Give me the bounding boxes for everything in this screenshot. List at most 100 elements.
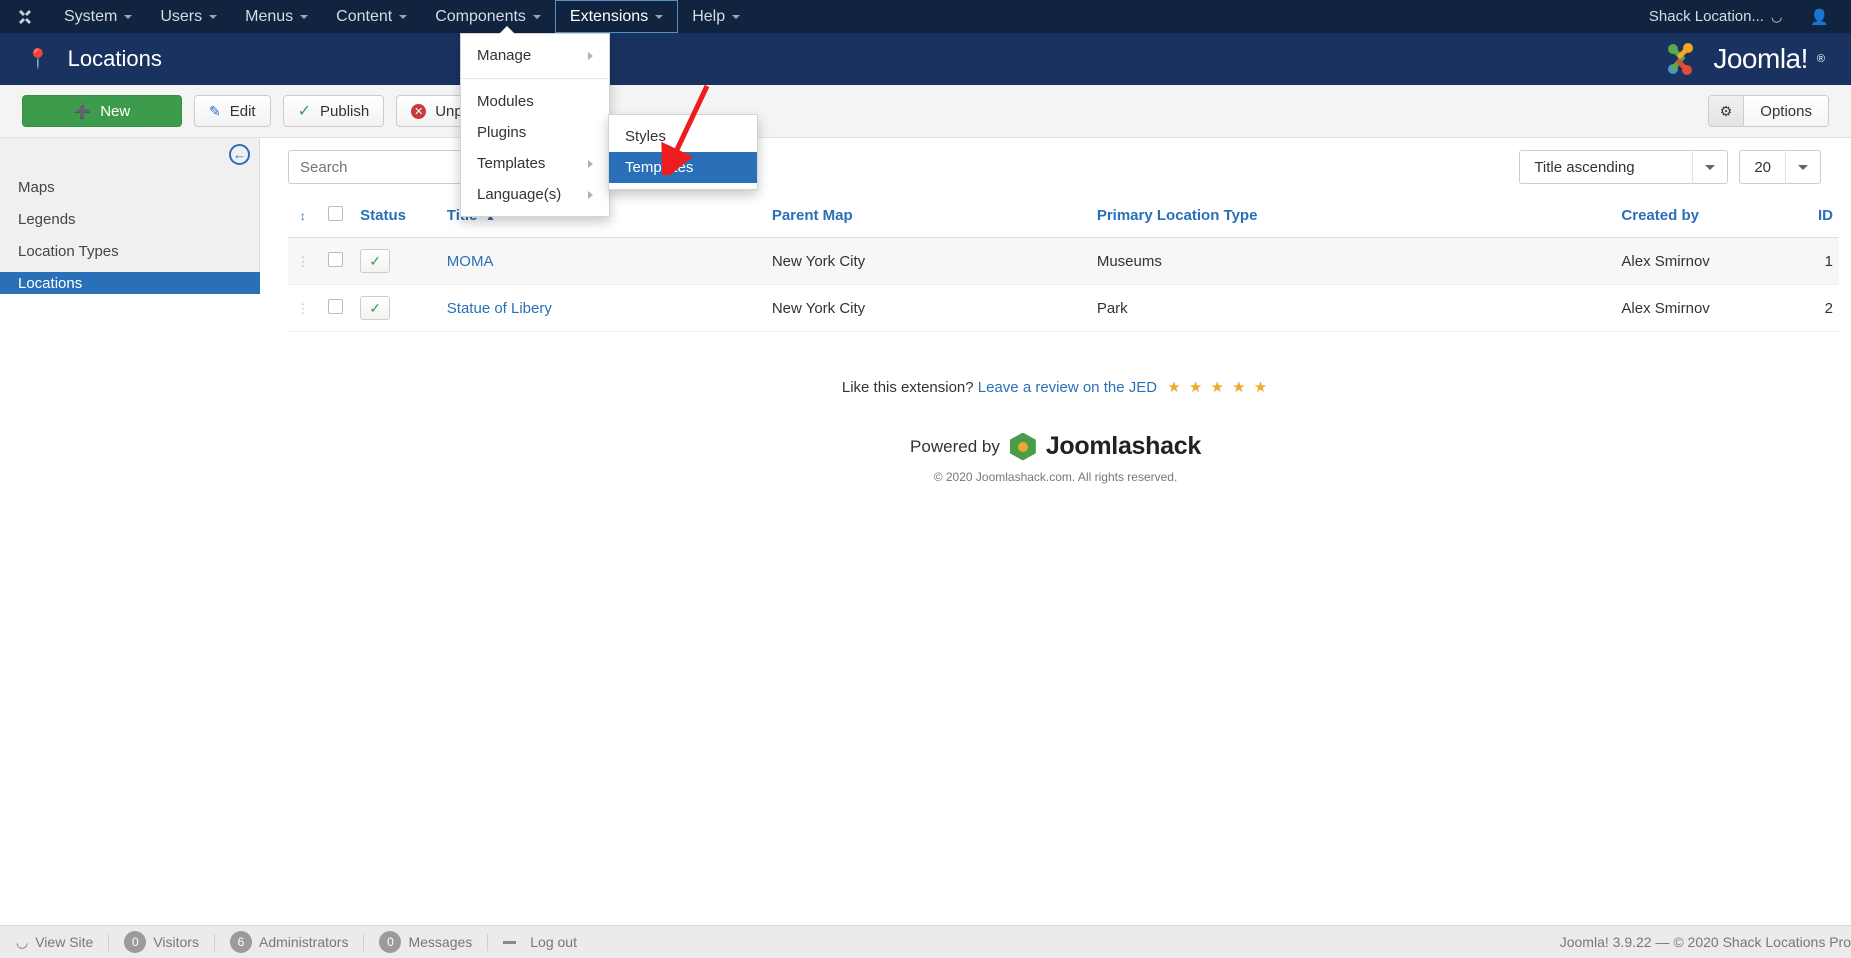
chevron-right-icon xyxy=(588,51,593,60)
checkbox-icon[interactable] xyxy=(328,206,344,221)
menu-components[interactable]: Components xyxy=(421,0,555,33)
chevron-down-icon xyxy=(300,14,309,19)
joomla-logo-icon[interactable] xyxy=(0,0,50,33)
sidebar-item-legends[interactable]: Legends xyxy=(0,208,260,230)
menu-system[interactable]: System xyxy=(50,0,146,33)
table-row[interactable]: ⋮ ✓ Statue of Libery New York City Park … xyxy=(288,284,1839,332)
jed-review-line: Like this extension? Leave a review on t… xyxy=(260,378,1851,396)
copyright-text: © 2020 Joomlashack.com. All rights reser… xyxy=(933,470,1178,484)
chevron-down-icon xyxy=(655,14,664,19)
row-drag-handle[interactable]: ⋮ xyxy=(288,237,318,285)
dropdown-item-label: Language(s) xyxy=(477,186,562,203)
visitors-indicator[interactable]: 0 Visitors xyxy=(124,931,199,953)
rating-stars: ★ ★ ★ ★ ★ xyxy=(1167,379,1270,396)
column-id[interactable]: ID xyxy=(1786,194,1839,238)
user-menu[interactable]: 👤 xyxy=(1810,8,1837,26)
view-site-link[interactable]: ◡ View Site xyxy=(16,934,93,951)
edit-button[interactable]: ✎ Edit xyxy=(194,95,271,127)
row-checkbox-cell[interactable] xyxy=(317,284,355,332)
status-divider xyxy=(213,933,215,951)
options-button[interactable]: ⚙ Options xyxy=(1707,95,1829,127)
chevron-down-icon xyxy=(209,14,218,19)
dropdown-item-modules[interactable]: Modules xyxy=(461,86,609,117)
view-site-label: View Site xyxy=(35,934,94,950)
limit-select[interactable]: 20 xyxy=(1739,150,1821,184)
chevron-right-icon xyxy=(588,190,593,199)
column-created-by[interactable]: Created by xyxy=(1615,194,1787,238)
menu-menus[interactable]: Menus xyxy=(231,0,322,33)
powered-by-block: Powered by Joomlashack xyxy=(260,432,1851,461)
registered-mark: ® xyxy=(1816,53,1825,65)
version-text: Joomla! 3.9.22 — © 2020 Shack Locations … xyxy=(1559,934,1851,950)
visitors-count: 0 xyxy=(124,931,147,953)
vendor-name: Joomlashack xyxy=(1045,432,1201,460)
joomlashack-logo-icon xyxy=(1009,432,1036,461)
menu-extensions-label: Extensions xyxy=(569,7,649,25)
column-check-all[interactable] xyxy=(317,194,355,238)
dropdown-item-plugins[interactable]: Plugins xyxy=(461,117,609,148)
menu-components-label: Components xyxy=(435,7,526,25)
new-button[interactable]: ➕ New xyxy=(22,95,182,127)
column-parent-map[interactable]: Parent Map xyxy=(765,194,1091,238)
row-checkbox-cell[interactable] xyxy=(317,237,355,285)
row-drag-handle[interactable]: ⋮ xyxy=(288,284,318,332)
chevron-right-icon xyxy=(588,159,593,168)
row-id: 1 xyxy=(1786,237,1839,285)
chevron-down-icon xyxy=(1693,164,1727,170)
publish-toggle-button[interactable]: ✓ xyxy=(360,249,391,273)
sort-icon: ↕ xyxy=(299,209,306,223)
status-bar: ◡ View Site 0 Visitors 6 Administrators … xyxy=(0,925,1851,958)
row-parent-map: New York City xyxy=(765,284,1091,332)
menu-help[interactable]: Help xyxy=(678,0,754,33)
action-toolbar: ➕ New ✎ Edit ✓ Publish ✕ Unpublish ✓ ⚙ O… xyxy=(0,85,1851,138)
publish-button-label: Publish xyxy=(320,102,370,120)
administrators-label: Administrators xyxy=(258,934,349,950)
checkbox-icon[interactable] xyxy=(328,251,344,267)
menu-users[interactable]: Users xyxy=(146,0,231,33)
publish-button[interactable]: ✓ Publish xyxy=(282,95,385,127)
external-link-icon: ◡ xyxy=(16,933,29,950)
dropdown-item-templates[interactable]: Templates xyxy=(461,148,609,179)
sort-select[interactable]: Title ascending xyxy=(1519,150,1729,184)
row-created-by: Alex Smirnov xyxy=(1615,284,1787,332)
publish-toggle-button[interactable]: ✓ xyxy=(360,296,391,320)
logout-label: Log out xyxy=(530,934,577,950)
dropdown-item-label: Plugins xyxy=(477,124,527,141)
menu-content[interactable]: Content xyxy=(322,0,421,33)
status-divider xyxy=(108,933,110,951)
menu-users-label: Users xyxy=(160,7,203,25)
messages-label: Messages xyxy=(408,934,473,950)
checkbox-icon[interactable] xyxy=(328,298,344,314)
map-marker-icon: 📍 xyxy=(26,49,50,70)
gear-icon: ⚙ xyxy=(1708,96,1745,126)
sidebar-item-location-types[interactable]: Location Types xyxy=(0,240,260,262)
row-status-cell: ✓ xyxy=(354,284,441,332)
column-primary-location-type[interactable]: Primary Location Type xyxy=(1090,194,1616,238)
row-title-link[interactable]: Statue of Libery xyxy=(447,300,552,317)
submenu-item-styles[interactable]: Styles xyxy=(609,121,757,152)
row-title-cell: Statue of Libery xyxy=(440,284,766,332)
visitors-label: Visitors xyxy=(153,934,199,950)
logout-link[interactable]: Log out xyxy=(503,934,577,950)
column-status[interactable]: Status xyxy=(354,194,441,238)
row-title-link[interactable]: MOMA xyxy=(447,253,494,270)
table-row[interactable]: ⋮ ✓ MOMA New York City Museums Alex Smir… xyxy=(288,237,1839,285)
admin-bar-right: Shack Location... ◡ 👤 xyxy=(1649,0,1851,33)
templates-submenu: Styles Templates xyxy=(608,114,758,190)
arrow-left-circle-icon[interactable]: ← xyxy=(229,144,250,165)
dropdown-item-manage[interactable]: Manage xyxy=(461,40,609,71)
menu-extensions[interactable]: Extensions xyxy=(554,0,679,33)
sidebar-item-label: Maps xyxy=(18,178,55,196)
sidebar-item-locations[interactable]: Locations xyxy=(0,272,260,294)
sidebar-item-maps[interactable]: Maps xyxy=(0,176,260,198)
submenu-item-templates[interactable]: Templates xyxy=(609,152,757,183)
site-name-link[interactable]: Shack Location... ◡ xyxy=(1649,8,1782,25)
brand-name: Joomla! xyxy=(1713,43,1808,74)
messages-indicator[interactable]: 0 Messages xyxy=(379,931,472,953)
menu-divider xyxy=(461,78,609,79)
column-ordering[interactable]: ↕ xyxy=(288,194,318,238)
dropdown-item-languages[interactable]: Language(s) xyxy=(461,179,609,210)
administrators-indicator[interactable]: 6 Administrators xyxy=(229,931,349,953)
menu-menus-label: Menus xyxy=(245,7,294,25)
jed-review-link[interactable]: Leave a review on the JED xyxy=(978,379,1157,396)
